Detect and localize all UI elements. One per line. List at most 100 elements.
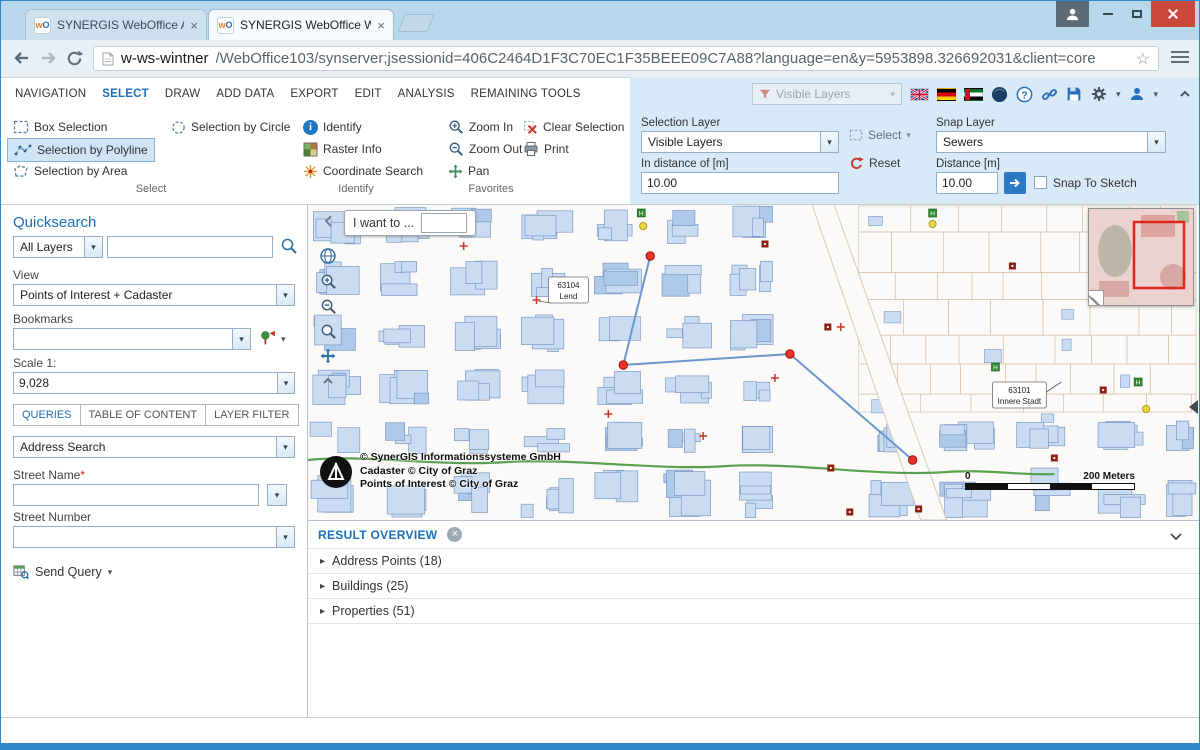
snap-distance-input[interactable] xyxy=(936,172,998,194)
dropdown-caret-icon[interactable]: ▾ xyxy=(232,329,250,349)
tool-selection-by-polyline[interactable]: Selection by Polyline xyxy=(7,138,155,162)
view-dropdown[interactable]: Points of Interest + Cadaster▾ xyxy=(13,284,295,306)
street-name-input[interactable] xyxy=(13,484,259,506)
result-row-properties[interactable]: ▸ Properties (51) xyxy=(308,598,1199,624)
result-row-address-points[interactable]: ▸ Address Points (18) xyxy=(308,548,1199,573)
visible-layers-dropdown[interactable]: Visible Layers ▾ xyxy=(752,83,902,105)
quicksearch-layer-dropdown[interactable]: All Layers▾ xyxy=(13,236,103,258)
collapse-tools-icon[interactable] xyxy=(318,371,338,391)
bookmark-star-icon[interactable]: ☆ xyxy=(1136,49,1150,69)
snap-to-sketch-checkbox[interactable] xyxy=(1034,176,1047,189)
collapse-ribbon-icon[interactable] xyxy=(1176,86,1193,103)
expand-arrow-icon[interactable]: ▸ xyxy=(320,606,325,617)
help-icon[interactable]: ? xyxy=(1016,86,1033,103)
settings-caret-icon[interactable]: ▾ xyxy=(1116,89,1121,100)
tool-clear-selection[interactable]: Clear Selection xyxy=(523,117,624,137)
tool-raster-info[interactable]: Raster Info xyxy=(303,139,382,159)
dropdown-caret-icon[interactable]: ▾ xyxy=(84,237,102,257)
account-caret-icon[interactable]: ▾ xyxy=(1153,89,1158,100)
bookmark-caret-icon[interactable]: ▾ xyxy=(281,334,286,345)
results-collapse-icon[interactable] xyxy=(1169,528,1183,546)
menu-select[interactable]: SELECT xyxy=(94,77,157,111)
tab-close-icon[interactable]: × xyxy=(190,18,198,33)
quicksearch-go-icon[interactable] xyxy=(280,237,298,260)
result-row-buildings[interactable]: ▸ Buildings (25) xyxy=(308,573,1199,598)
dropdown-caret-icon[interactable]: ▾ xyxy=(276,527,294,547)
overview-map[interactable] xyxy=(1088,208,1194,306)
address-bar[interactable]: w-ws-wintner /WebOffice103/synserver;jse… xyxy=(93,46,1159,71)
overview-resize-grip[interactable] xyxy=(1088,290,1104,306)
tool-box-selection[interactable]: Box Selection xyxy=(13,117,107,137)
quicksearch-input[interactable] xyxy=(107,236,273,258)
back-button[interactable] xyxy=(11,47,33,69)
tool-selection-by-area[interactable]: Selection by Area xyxy=(13,161,127,181)
tab-queries[interactable]: QUERIES xyxy=(13,404,81,426)
zoom-to-selection-icon[interactable] xyxy=(318,321,338,341)
flag-uk-icon[interactable] xyxy=(910,88,929,101)
tool-coordinate-search[interactable]: Coordinate Search xyxy=(303,161,423,181)
send-query-button[interactable]: Send Query ▾ xyxy=(13,564,112,580)
map-zoom-out-icon[interactable] xyxy=(318,296,338,316)
menu-add-data[interactable]: ADD DATA xyxy=(208,77,282,111)
minimize-button[interactable] xyxy=(1093,1,1122,27)
dropdown-caret-icon[interactable]: ▾ xyxy=(276,437,294,457)
reset-button[interactable]: Reset xyxy=(849,153,900,173)
tool-pan[interactable]: Pan xyxy=(448,161,489,181)
map-pan-icon[interactable] xyxy=(318,346,338,366)
close-button[interactable] xyxy=(1151,1,1195,27)
tool-identify[interactable]: i Identify xyxy=(303,117,362,137)
selection-layer-dropdown[interactable]: Visible Layers▾ xyxy=(641,131,839,153)
i-want-to-widget[interactable]: I want to ... xyxy=(344,210,476,236)
tab-close-icon[interactable]: × xyxy=(377,18,385,33)
menu-export[interactable]: EXPORT xyxy=(282,77,346,111)
refresh-button[interactable] xyxy=(63,47,85,69)
sidebar-collapse-button[interactable] xyxy=(320,212,338,230)
snap-apply-button[interactable] xyxy=(1004,172,1026,194)
settings-gear-icon[interactable] xyxy=(1091,86,1108,103)
panel-collapse-handle[interactable] xyxy=(1189,400,1198,414)
tab-layer-filter[interactable]: LAYER FILTER xyxy=(206,404,298,426)
dropdown-caret-icon[interactable]: ▾ xyxy=(820,132,838,152)
tool-print[interactable]: Print xyxy=(523,139,569,159)
map-viewport[interactable]: HHHH 63104 Lend 63101 Innere Stadt xyxy=(308,204,1199,520)
send-query-caret-icon[interactable]: ▾ xyxy=(108,567,113,578)
globe-dark-icon[interactable] xyxy=(991,86,1008,103)
street-name-caret-button[interactable]: ▾ xyxy=(267,484,287,506)
select-action-button[interactable]: Select ▾ xyxy=(849,125,911,145)
i-want-to-input[interactable] xyxy=(421,213,467,233)
tool-zoom-out[interactable]: Zoom Out xyxy=(448,139,522,159)
flag-germany-icon[interactable] xyxy=(937,88,956,101)
full-extent-globe-icon[interactable] xyxy=(318,246,338,266)
menu-analysis[interactable]: ANALYSIS xyxy=(390,77,463,111)
scale-caret-button[interactable]: ▾ xyxy=(277,372,295,394)
maximize-button[interactable] xyxy=(1122,1,1151,27)
add-bookmark-icon[interactable] xyxy=(259,329,276,351)
save-icon[interactable] xyxy=(1066,86,1083,103)
tool-selection-by-circle[interactable]: Selection by Circle xyxy=(171,117,290,137)
in-distance-input[interactable] xyxy=(641,172,839,194)
menu-navigation[interactable]: NAVIGATION xyxy=(7,77,94,111)
bookmarks-dropdown[interactable]: ▾ xyxy=(13,328,251,350)
street-number-dropdown[interactable]: ▾ xyxy=(13,526,295,548)
menu-remaining-tools[interactable]: REMAINING TOOLS xyxy=(463,77,589,111)
account-icon[interactable] xyxy=(1128,86,1145,103)
menu-draw[interactable]: DRAW xyxy=(157,77,209,111)
profile-button[interactable] xyxy=(1056,1,1089,27)
link-icon[interactable] xyxy=(1041,86,1058,103)
results-close-icon[interactable]: × xyxy=(447,527,462,542)
browser-menu-icon[interactable] xyxy=(1171,51,1189,63)
flag-uae-icon[interactable] xyxy=(964,88,983,101)
tab-table-of-content[interactable]: TABLE OF CONTENT xyxy=(81,404,207,426)
expand-arrow-icon[interactable]: ▸ xyxy=(320,556,325,567)
map-zoom-in-icon[interactable] xyxy=(318,271,338,291)
query-type-dropdown[interactable]: Address Search▾ xyxy=(13,436,295,458)
scale-input[interactable] xyxy=(13,372,278,394)
tool-zoom-in[interactable]: Zoom In xyxy=(448,117,513,137)
expand-arrow-icon[interactable]: ▸ xyxy=(320,581,325,592)
dropdown-caret-icon[interactable]: ▾ xyxy=(1147,132,1165,152)
forward-button[interactable] xyxy=(37,47,59,69)
snap-layer-dropdown[interactable]: Sewers▾ xyxy=(936,131,1166,153)
browser-tab-web[interactable]: wO SYNERGIS WebOffice Web × xyxy=(208,9,394,40)
dropdown-caret-icon[interactable]: ▾ xyxy=(276,285,294,305)
browser-tab-admin[interactable]: wO SYNERGIS WebOffice Adm × xyxy=(25,9,207,40)
